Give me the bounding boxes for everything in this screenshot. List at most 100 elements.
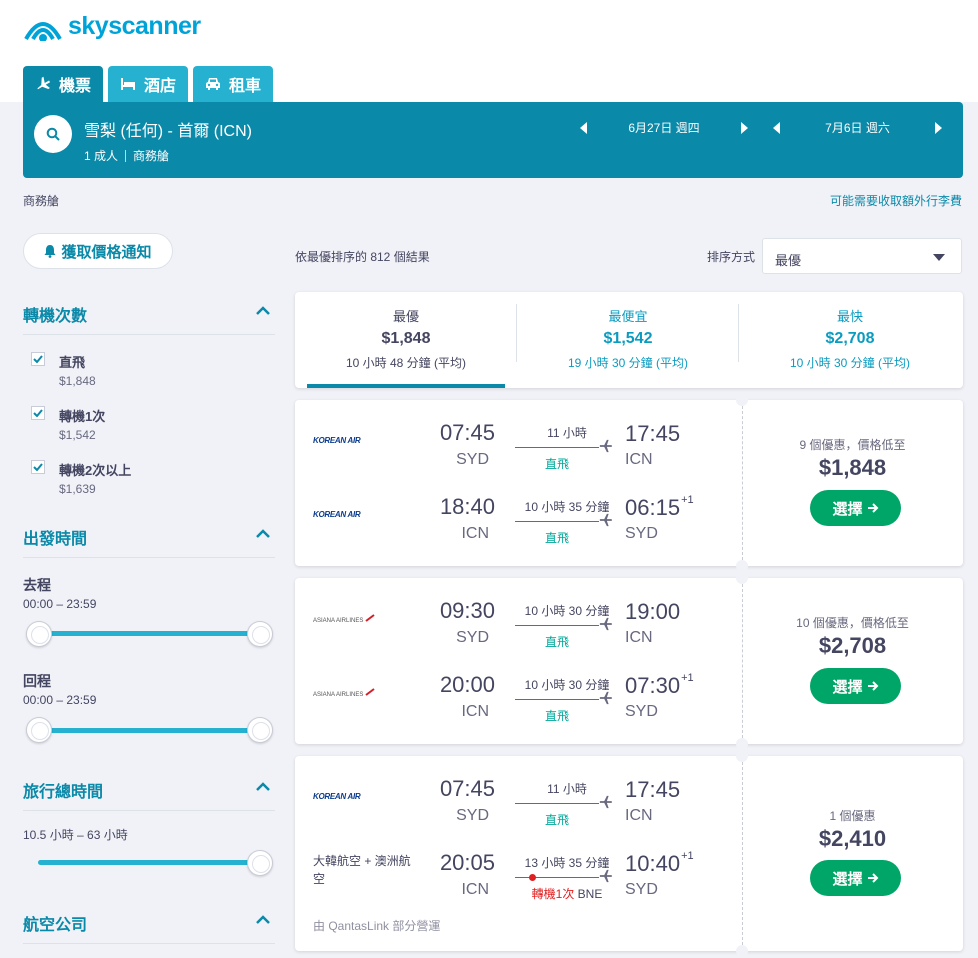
return-date[interactable]: 7月6日 週六 xyxy=(780,119,935,136)
ticket-notch xyxy=(736,572,748,584)
flight-path-line xyxy=(515,877,599,878)
price: $2,708 xyxy=(818,633,887,658)
return-slider-max-handle[interactable] xyxy=(247,717,273,743)
filter-title: 旅行總時間 xyxy=(23,784,104,801)
itinerary-card[interactable]: KOREAN AIR 07:45 SYD 11 小時 直飛 17:45 ICN … xyxy=(295,750,963,957)
stops-info: 轉機1次 BNE xyxy=(515,885,619,902)
outbound-slider-min-handle[interactable] xyxy=(26,621,52,647)
arrow-right-icon xyxy=(867,873,878,883)
brand-name: skyscanner xyxy=(68,12,201,40)
stops-filter-header[interactable]: 轉機次數 xyxy=(23,302,275,335)
sort-tab-duration: 19 小時 30 分鐘 (平均) xyxy=(567,356,689,370)
search-button[interactable] xyxy=(34,115,72,153)
select-button[interactable]: 選擇 xyxy=(810,860,901,896)
tab-hotels[interactable]: 酒店 xyxy=(108,66,189,102)
return-time-slider[interactable] xyxy=(38,728,260,733)
stops-two-plus-checkbox[interactable] xyxy=(31,460,45,474)
sort-tab-fastest[interactable]: 最快 $2,708 10 小時 30 分鐘 (平均) xyxy=(739,292,961,388)
airline-name: ASIANA AIRLINES xyxy=(313,692,364,698)
select-label: 選擇 xyxy=(832,500,863,518)
airline-logo: KOREAN AIR xyxy=(313,792,361,801)
price-alert-button[interactable]: 獲取價格通知 xyxy=(23,233,173,269)
duration-filter-header[interactable]: 旅行總時間 xyxy=(23,778,275,811)
deals-count: 10 個優惠，價格低至 xyxy=(796,616,909,630)
arrow-right-icon xyxy=(867,503,878,513)
stops-direct-checkbox[interactable] xyxy=(31,352,45,366)
flight-path-line xyxy=(515,521,599,522)
sort-value: 最優 xyxy=(775,253,802,268)
plane-icon xyxy=(599,691,613,705)
times-filter-header[interactable]: 出發時間 xyxy=(23,525,275,558)
select-label: 選擇 xyxy=(832,678,863,696)
stops-option-label[interactable]: 轉機1次 xyxy=(59,406,105,425)
plane-icon xyxy=(599,513,613,527)
select-button[interactable]: 選擇 xyxy=(810,668,901,704)
outbound-leg: KOREAN AIR 07:45 SYD 11 小時 直飛 17:45 ICN xyxy=(295,420,742,480)
checkmark-icon xyxy=(33,463,43,471)
airline-logo: KOREAN AIR xyxy=(313,436,361,445)
stops-option-label[interactable]: 直飛 xyxy=(59,352,85,371)
outbound-time-slider[interactable] xyxy=(38,631,260,636)
itinerary-card[interactable]: ASIANA AIRLINES 09:30 SYD 10 小時 30 分鐘 直飛… xyxy=(295,572,963,750)
search-summary-bar[interactable]: 雪梨 (任何) - 首爾 (ICN) 1 成人 商務艙 6月27日 週四 7月6日… xyxy=(23,102,963,178)
tab-flights[interactable]: 機票 xyxy=(23,66,104,102)
depart-date[interactable]: 6月27日 週四 xyxy=(587,119,741,136)
departure-airport: SYD xyxy=(456,807,489,824)
return-date-picker: 7月6日 週六 xyxy=(773,119,942,136)
skyscanner-logo[interactable]: skyscanner xyxy=(22,12,201,42)
passenger-cabin-summary[interactable]: 1 成人 商務艙 xyxy=(84,147,169,164)
ticket-notch xyxy=(736,738,748,750)
itinerary-card[interactable]: KOREAN AIR 07:45 SYD 11 小時 直飛 17:45 ICN … xyxy=(295,394,963,572)
return-slider-min-handle[interactable] xyxy=(26,717,52,743)
outbound-leg: ASIANA AIRLINES 09:30 SYD 10 小時 30 分鐘 直飛… xyxy=(295,598,742,658)
filter-title: 出發時間 xyxy=(23,531,88,548)
duration-slider[interactable] xyxy=(38,860,260,865)
ticket-notch xyxy=(736,945,748,957)
outbound-label: 去程 xyxy=(23,577,51,593)
sort-dropdown[interactable]: 最優 xyxy=(762,238,962,274)
flight-path-line xyxy=(515,699,599,700)
chevron-up-icon xyxy=(256,529,270,538)
arrival-time: 17:45 xyxy=(625,420,681,447)
stops-option-label[interactable]: 轉機2次以上 xyxy=(59,460,131,479)
sort-tab-cheapest[interactable]: 最便宜 $1,542 19 小時 30 分鐘 (平均) xyxy=(517,292,739,388)
ticket-divider xyxy=(742,584,743,738)
prev-depart-date-arrow[interactable] xyxy=(580,121,587,134)
baggage-fee-link[interactable]: 可能需要收取額外行李費 xyxy=(830,192,962,209)
departure-airport: ICN xyxy=(461,525,489,542)
bed-icon xyxy=(121,78,136,90)
outbound-slider-max-handle[interactable] xyxy=(247,621,273,647)
sort-tab-duration: 10 小時 48 分鐘 (平均) xyxy=(345,356,467,370)
arrival-time-text: 17:45 xyxy=(625,421,681,446)
checkmark-icon xyxy=(33,409,43,417)
car-icon xyxy=(206,78,221,90)
airlines-filter-header[interactable]: 航空公司 xyxy=(23,911,275,944)
arrival-time-text: 07:30 xyxy=(625,673,681,698)
arrival-airport: ICN xyxy=(625,807,653,824)
plane-icon xyxy=(599,869,613,883)
tab-label: 酒店 xyxy=(144,78,177,95)
product-tabs: 機票 酒店 租車 xyxy=(23,66,278,102)
next-depart-date-arrow[interactable] xyxy=(741,121,748,134)
duration-slider-max-handle[interactable] xyxy=(247,850,273,876)
stops-one-checkbox[interactable] xyxy=(31,406,45,420)
arrival-time: 17:45 xyxy=(625,776,681,803)
select-button[interactable]: 選擇 xyxy=(810,490,901,526)
sort-tabs: 最優 $1,848 10 小時 48 分鐘 (平均) 最便宜 $1,542 19… xyxy=(295,292,963,388)
tab-car-hire[interactable]: 租車 xyxy=(193,66,274,102)
prev-return-date-arrow[interactable] xyxy=(773,121,780,134)
chevron-up-icon xyxy=(256,306,270,315)
stops-option-price: $1,848 xyxy=(59,374,96,388)
next-return-date-arrow[interactable] xyxy=(935,121,942,134)
sort-tab-best[interactable]: 最優 $1,848 10 小時 48 分鐘 (平均) xyxy=(295,292,517,388)
ticket-notch xyxy=(736,560,748,572)
ticket-notch xyxy=(736,394,748,406)
price: $2,410 xyxy=(818,826,887,851)
asiana-wing-icon xyxy=(365,614,375,622)
deals-count: 1 個優惠 xyxy=(829,809,876,823)
route-text[interactable]: 雪梨 (任何) - 首爾 (ICN) xyxy=(84,117,252,141)
arrival-airport: SYD xyxy=(625,881,658,898)
departure-time: 18:40 xyxy=(439,494,495,519)
sort-tab-title: 最便宜 xyxy=(608,309,648,324)
price-alert-label: 獲取價格通知 xyxy=(61,243,152,261)
